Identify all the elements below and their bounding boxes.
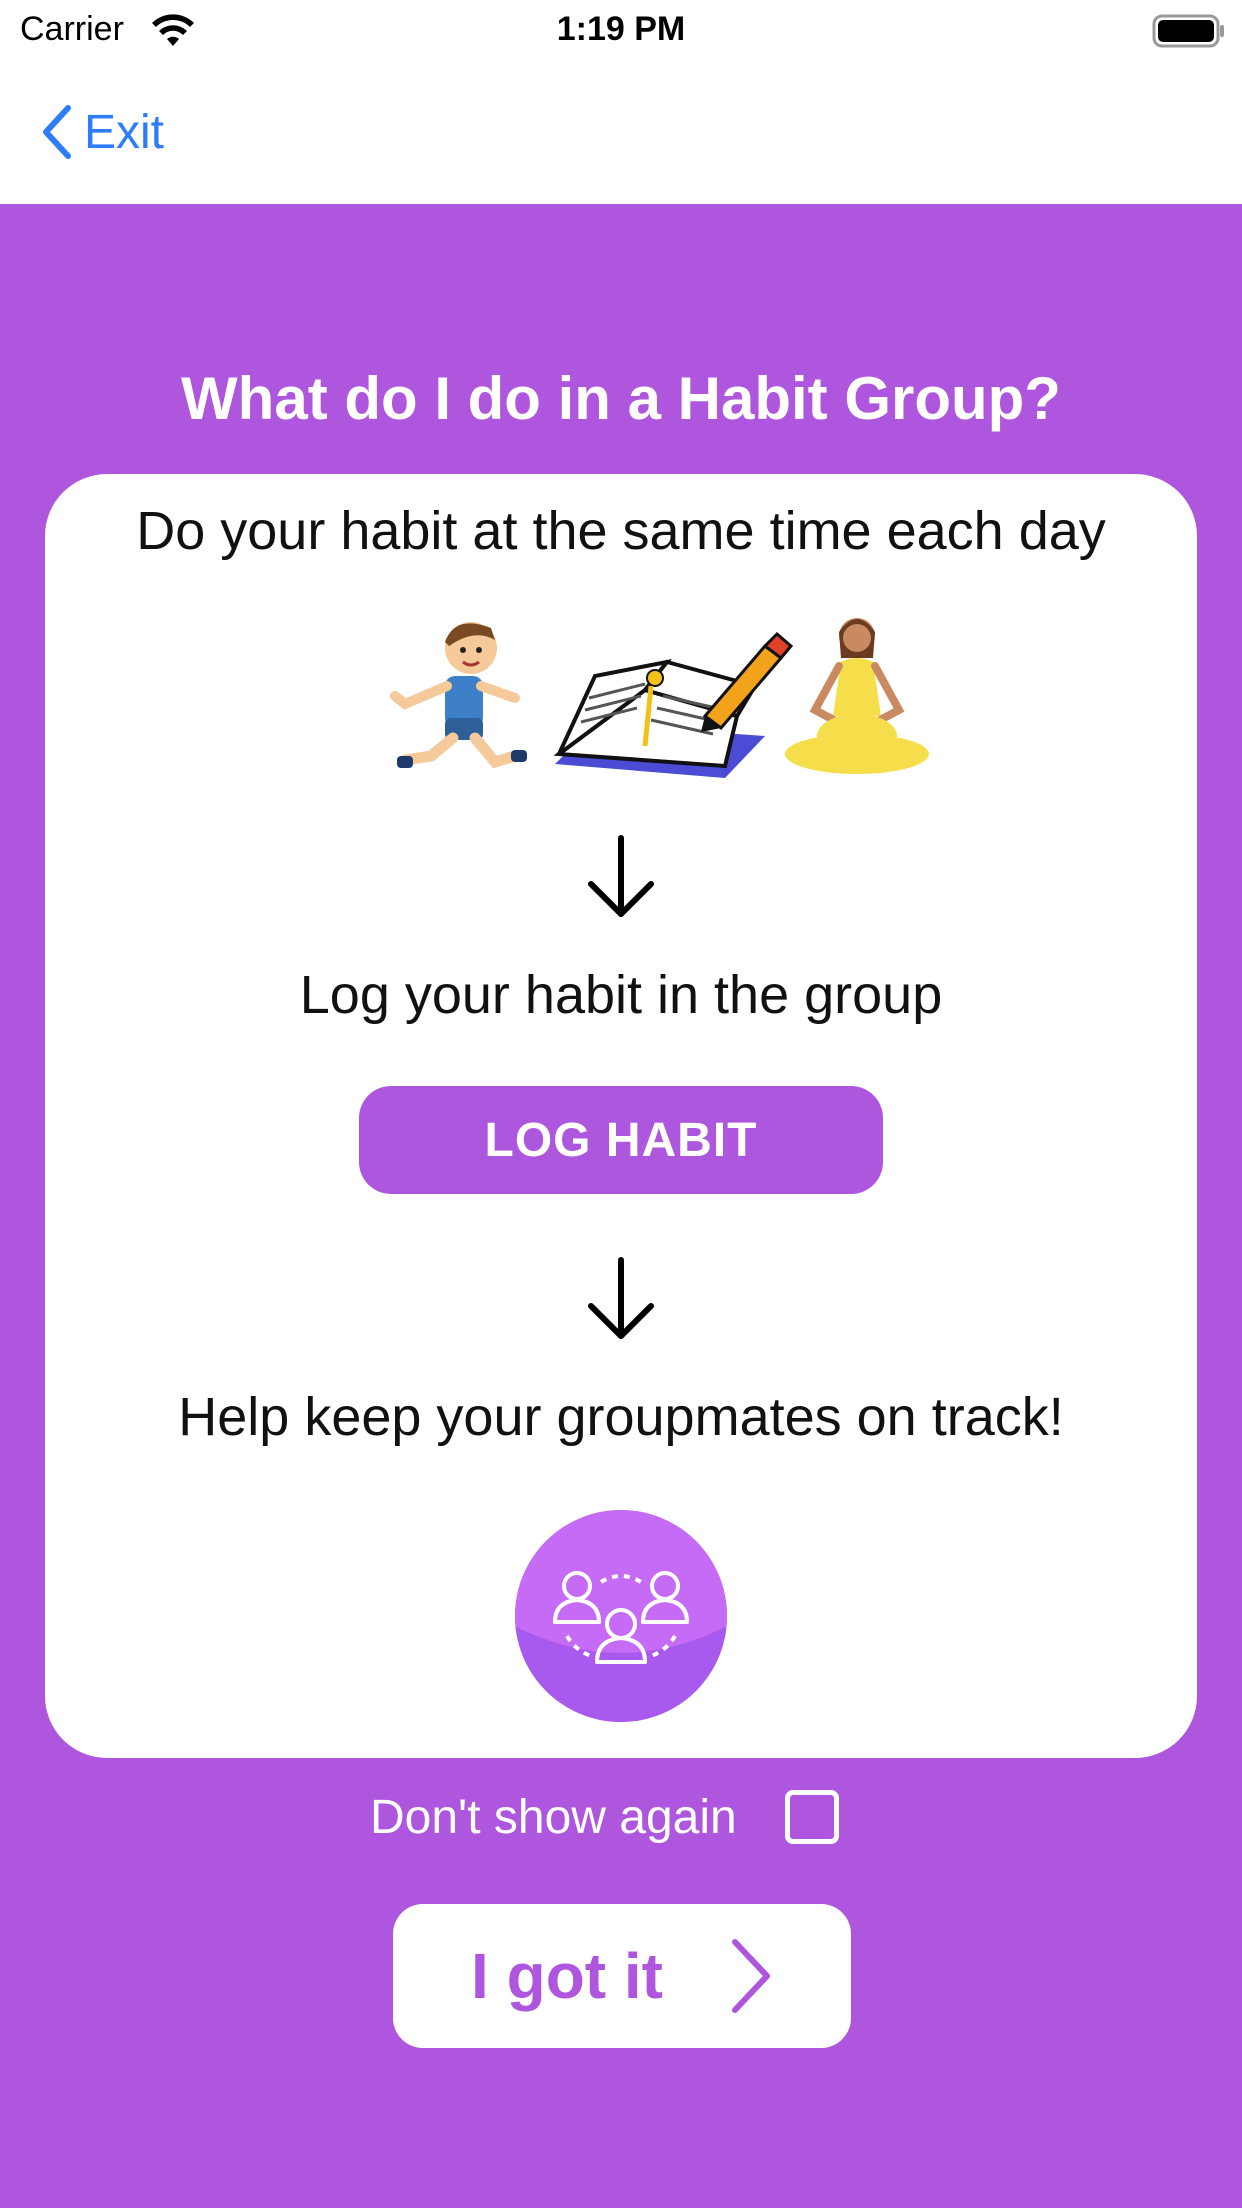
running-boy-icon (390, 622, 527, 769)
habit-illustrations (390, 618, 929, 778)
status-bar: Carrier 1:19 PM (0, 0, 1242, 62)
arrow-down-icon (588, 835, 654, 917)
dont-show-again-label: Don't show again (370, 1790, 737, 1844)
dont-show-again-checkbox[interactable] (784, 1790, 839, 1844)
group-people-icon (515, 1510, 727, 1722)
clock: 1:19 PM (556, 10, 686, 48)
log-habit-button[interactable]: LOG HABIT (359, 1086, 883, 1194)
step-3-text: Help keep your groupmates on track! (178, 1387, 1064, 1447)
journal-icon (553, 631, 794, 778)
got-it-label: I got it (471, 1940, 663, 2012)
step-2-text: Log your habit in the group (299, 965, 943, 1025)
step-1-text: Do your habit at the same time each day (136, 501, 1106, 561)
page-title: What do I do in a Habit Group? (181, 365, 1061, 432)
exit-button[interactable]: Exit (38, 102, 164, 162)
arrow-down-icon (588, 1257, 654, 1339)
main-panel: What do I do in a Habit Group? Do your h… (0, 204, 1242, 2208)
chevron-right-icon (731, 1939, 770, 2013)
dont-show-again-row: Don't show again (370, 1782, 839, 1852)
battery-icon (1152, 14, 1224, 48)
info-card: Do your habit at the same time each day (45, 474, 1197, 1758)
chevron-left-icon (43, 105, 71, 159)
nav-bar: Exit (0, 62, 1242, 204)
exit-label: Exit (84, 105, 165, 159)
meditating-woman-icon (785, 618, 929, 774)
got-it-button[interactable]: I got it (393, 1904, 851, 2048)
